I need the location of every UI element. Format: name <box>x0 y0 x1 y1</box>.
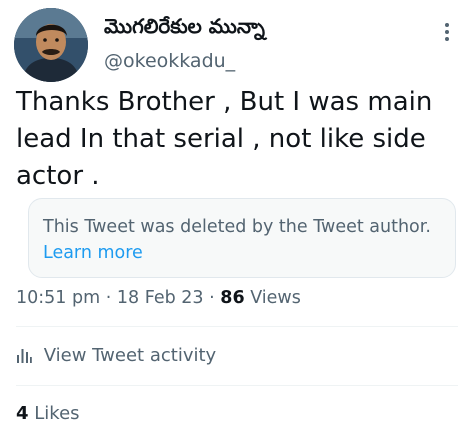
meta-separator: · <box>209 288 215 308</box>
likes-link[interactable]: 4 Likes <box>16 403 80 424</box>
tweet-meta: 10:51 pm · 18 Feb 23 · 86 Views <box>16 288 301 308</box>
avatar[interactable] <box>14 8 88 82</box>
tweet-text: Thanks Brother , But I was main lead In … <box>16 87 433 191</box>
profile-photo <box>14 8 88 82</box>
meta-separator: · <box>105 288 112 308</box>
divider <box>16 385 458 386</box>
tweet-detail: మొగలిరేకుల మున్నా @okeokkadu_ Thanks Bro… <box>0 0 474 428</box>
learn-more-link[interactable]: Learn more <box>43 243 143 263</box>
bar-chart-icon <box>17 349 32 363</box>
views-label: Views <box>250 288 301 308</box>
views-count: 86 <box>220 288 245 308</box>
likes-count: 4 <box>16 403 29 424</box>
activity-label: View Tweet activity <box>43 345 217 366</box>
divider <box>16 326 458 327</box>
likes-label: Likes <box>34 403 80 424</box>
tweet-date[interactable]: 18 Feb 23 <box>117 288 204 308</box>
view-tweet-activity-button[interactable]: View Tweet activity <box>16 345 216 366</box>
author-display-name[interactable]: మొగలిరేకుల మున్నా <box>104 14 265 43</box>
author-handle[interactable]: @okeokkadu_ <box>104 50 235 72</box>
tweet-time[interactable]: 10:51 pm <box>16 288 100 308</box>
more-options-icon[interactable] <box>437 20 457 44</box>
deleted-quote-notice: This Tweet was deleted by the Tweet auth… <box>28 198 456 278</box>
deleted-notice-text: This Tweet was deleted by the Tweet auth… <box>43 217 431 237</box>
